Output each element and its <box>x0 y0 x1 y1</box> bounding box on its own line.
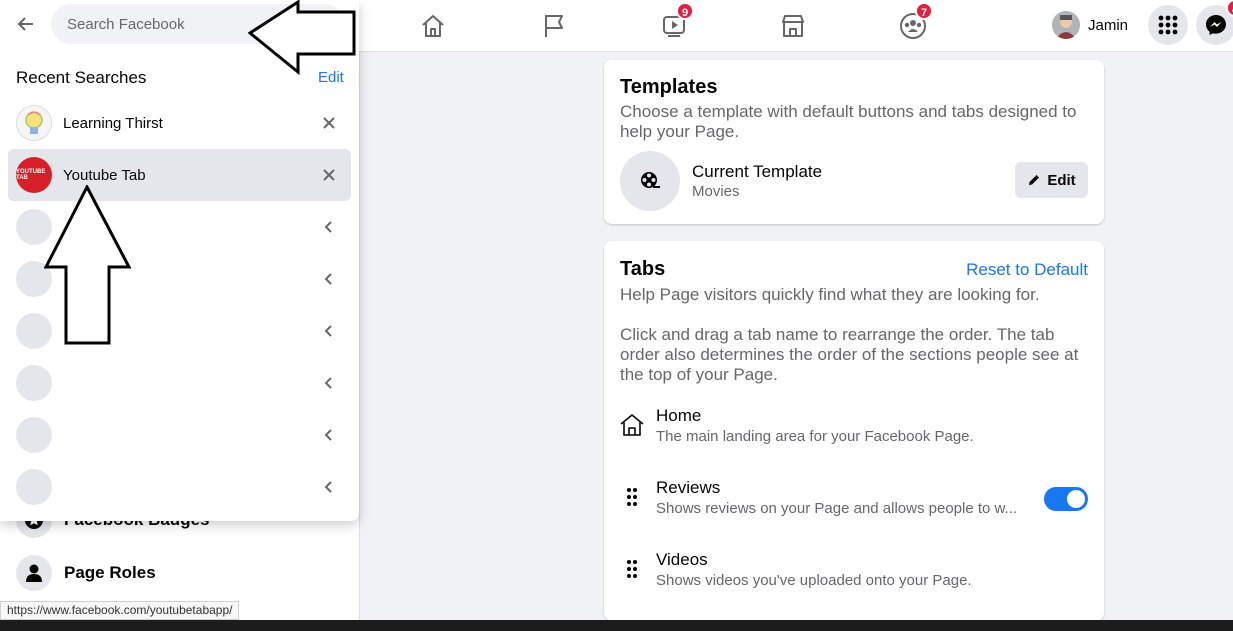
watch-notification-badge: 9 <box>676 2 694 20</box>
current-template-label: Current Template <box>692 162 823 181</box>
placeholder-avatar <box>16 469 52 505</box>
current-template-value: Movies <box>692 183 740 200</box>
reviews-toggle[interactable] <box>1044 487 1088 511</box>
tab-name: Home <box>656 406 702 425</box>
tab-name: Videos <box>656 550 708 569</box>
os-taskbar <box>0 620 1233 631</box>
tab-row-reviews[interactable]: Reviews Shows reviews on your Page and a… <box>618 477 1088 517</box>
watch-icon[interactable]: 9 <box>654 2 694 44</box>
remove-recent-button[interactable] <box>319 165 339 185</box>
templates-card: Templates Choose a template with default… <box>604 60 1104 224</box>
edit-template-label: Edit <box>1047 171 1076 189</box>
chevron-left-icon[interactable] <box>319 425 339 445</box>
recent-search-item[interactable]: Learning Thirst <box>8 97 351 149</box>
back-button[interactable] <box>8 6 44 42</box>
person-icon <box>16 555 52 591</box>
drag-handle-icon[interactable] <box>618 483 646 511</box>
tab-row-home[interactable]: Home The main landing area for your Face… <box>618 405 1088 445</box>
messenger-notification-badge: 4 <box>1226 0 1233 17</box>
grid-menu-icon <box>1158 15 1178 35</box>
recent-search-item[interactable] <box>8 409 351 461</box>
recent-search-label: Youtube Tab <box>63 166 146 184</box>
lightbulb-avatar-icon <box>16 105 52 141</box>
tab-description: Shows videos you've uploaded onto your P… <box>656 572 972 589</box>
sidebar-item-label: Page Roles <box>64 563 156 582</box>
messenger-button[interactable]: 4 <box>1196 0 1233 45</box>
arrow-left-icon <box>17 17 33 31</box>
reset-to-default-link[interactable]: Reset to Default <box>966 260 1088 280</box>
marketplace-icon[interactable] <box>773 8 813 44</box>
profile-link[interactable]: Jamin <box>1052 8 1128 42</box>
close-icon <box>323 169 335 181</box>
youtube-tab-avatar: YOUTUBE TAB <box>16 157 52 193</box>
templates-description: Choose a template with default buttons a… <box>620 102 1077 141</box>
profile-avatar <box>1052 11 1080 39</box>
recent-search-item[interactable]: YOUTUBE TAB Youtube Tab <box>8 149 351 201</box>
tabs-title: Tabs <box>620 258 666 280</box>
tabs-card: Tabs Reset to Default Help Page visitors… <box>604 241 1104 621</box>
templates-title: Templates <box>620 76 718 98</box>
tab-description: The main landing area for your Facebook … <box>656 428 974 445</box>
groups-notification-badge: 7 <box>915 2 933 20</box>
pages-flag-icon[interactable] <box>534 8 574 44</box>
film-reel-icon <box>620 151 680 211</box>
messenger-icon <box>1206 15 1226 35</box>
chevron-left-icon[interactable] <box>319 269 339 289</box>
chevron-left-icon[interactable] <box>319 477 339 497</box>
tabs-description: Help Page visitors quickly find what the… <box>620 285 1040 304</box>
placeholder-avatar <box>16 313 52 349</box>
close-icon <box>323 117 335 129</box>
remove-recent-button[interactable] <box>319 113 339 133</box>
placeholder-avatar <box>16 365 52 401</box>
chevron-left-icon[interactable] <box>319 217 339 237</box>
tab-row-videos[interactable]: Videos Shows videos you've uploaded onto… <box>618 549 1088 589</box>
youtube-tab-avatar-text: YOUTUBE TAB <box>16 169 46 181</box>
recent-search-item[interactable] <box>8 357 351 409</box>
tab-name: Reviews <box>656 478 721 497</box>
recent-search-item[interactable] <box>8 253 351 305</box>
recent-search-item[interactable] <box>8 305 351 357</box>
pencil-icon <box>1029 175 1040 185</box>
chevron-left-icon[interactable] <box>319 321 339 341</box>
recent-search-label: Learning Thirst <box>63 114 163 132</box>
groups-icon[interactable]: 7 <box>893 2 933 44</box>
tabs-reorder-description: Click and drag a tab name to rearrange t… <box>620 325 1079 384</box>
search-input[interactable] <box>51 4 344 44</box>
tab-description: Shows reviews on your Page and allows pe… <box>656 500 1018 517</box>
placeholder-avatar <box>16 209 52 245</box>
edit-template-button[interactable]: Edit <box>1015 162 1088 198</box>
search-dropdown: Recent Searches Edit Learning Thirst YOU… <box>0 0 359 521</box>
recent-search-item[interactable] <box>8 461 351 513</box>
profile-name: Jamin <box>1088 16 1129 34</box>
menu-button[interactable] <box>1148 5 1188 45</box>
sidebar-item-page-roles[interactable]: Page Roles <box>16 555 156 591</box>
home-icon <box>618 411 646 439</box>
status-bar-url: https://www.facebook.com/youtubetabapp/ <box>0 601 240 620</box>
drag-handle-icon[interactable] <box>618 555 646 583</box>
home-icon[interactable] <box>413 8 453 44</box>
recent-search-item[interactable] <box>8 201 351 253</box>
recent-searches-title: Recent Searches <box>16 68 147 87</box>
placeholder-avatar <box>16 261 52 297</box>
chevron-left-icon[interactable] <box>319 373 339 393</box>
edit-recent-searches-link[interactable]: Edit <box>318 69 344 86</box>
placeholder-avatar <box>16 417 52 453</box>
